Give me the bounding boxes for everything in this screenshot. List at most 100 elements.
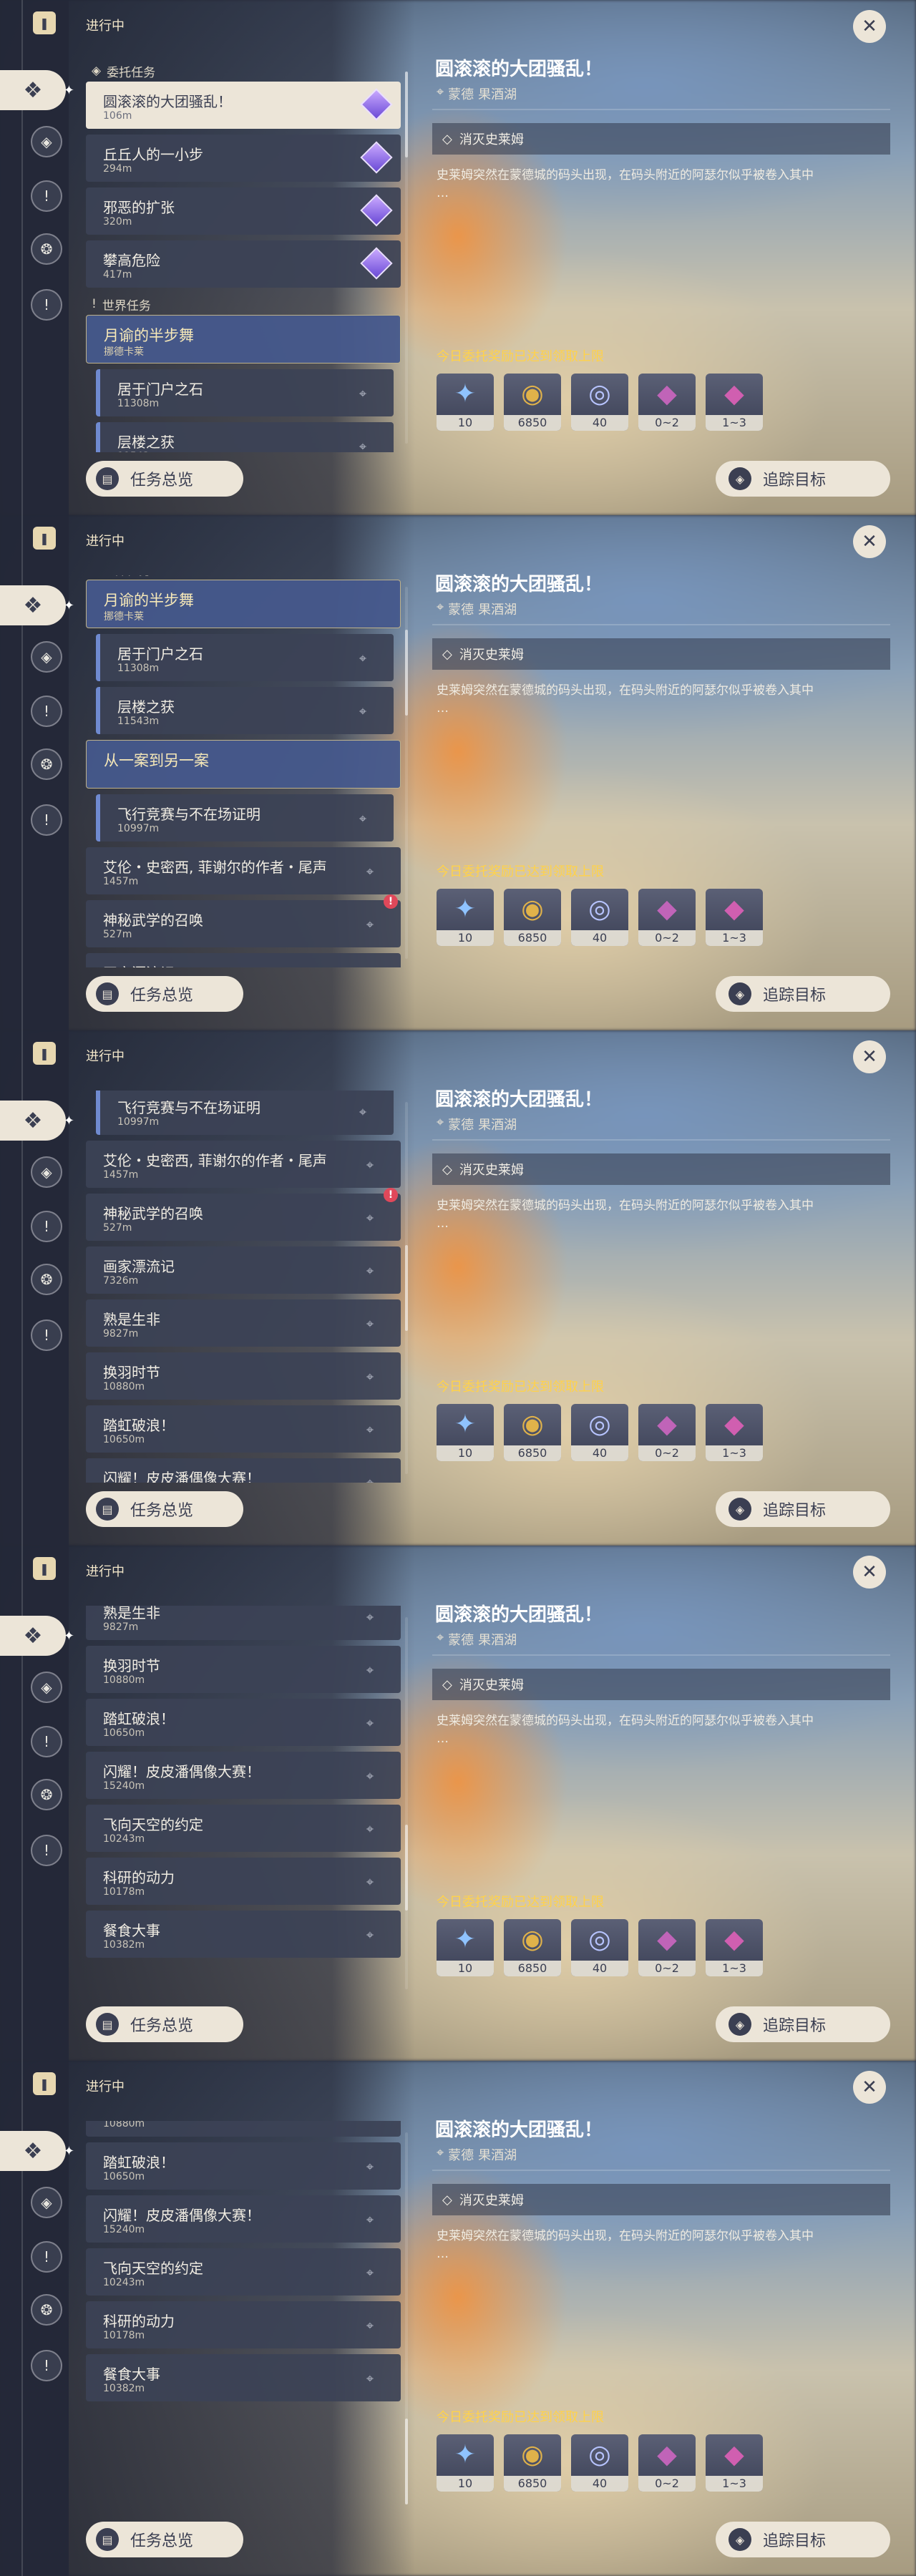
location-pin-icon[interactable]: ⌖	[359, 651, 366, 666]
reward-item[interactable]: ◎ 40	[571, 1404, 628, 1461]
quest-list-scrollbar[interactable]	[405, 72, 408, 444]
quest-overview-button[interactable]: ▤ 任务总览	[86, 1491, 243, 1527]
reward-item[interactable]: ◆ 0~2	[638, 374, 696, 431]
world-quest-icon[interactable]: !	[31, 289, 62, 321]
scrollbar-thumb[interactable]	[405, 1245, 408, 1331]
location-pin-icon[interactable]: ⌖	[366, 2212, 374, 2228]
diamond-gear-icon[interactable]: ❂	[31, 748, 62, 780]
quest-overview-button[interactable]: ▤ 任务总览	[86, 2522, 243, 2557]
world-quest-item[interactable]: 飞向天空的约定 10243m ⌖	[86, 1805, 401, 1852]
location-pin-icon[interactable]: ⌖	[366, 2318, 374, 2333]
world-quest-item[interactable]: 踏虹破浪！ 10650m ⌖	[86, 1405, 401, 1453]
diamond-gear-icon[interactable]: ❂	[31, 1264, 62, 1295]
track-target-button[interactable]: ◈ 追踪目标	[716, 1491, 890, 1527]
commission-icon[interactable]: ❖ ✦	[0, 2131, 74, 2171]
location-pin-icon[interactable]: ⌖	[359, 439, 366, 452]
world-quest-item[interactable]: 换羽时节10880m ⌖	[86, 1352, 401, 1400]
world-quest-icon[interactable]: !	[31, 2350, 62, 2381]
close-button[interactable]: ✕	[853, 1556, 886, 1589]
world-quest-item[interactable]: 神秘武学的召唤 527m ⌖!	[86, 894, 401, 947]
location-pin-icon[interactable]: ⌖	[366, 1822, 374, 1837]
location-pin-icon[interactable]: ⌖	[366, 1211, 374, 1226]
world-sub-quest-item[interactable]: 飞行竞赛与不在场证明 10997m ⌖	[96, 794, 394, 841]
reward-item[interactable]: ◆ 0~2	[638, 889, 696, 946]
world-quest-item[interactable]: 艾伦・史密西, 菲谢尔的作者・尾声 1457m ⌖	[86, 847, 401, 894]
exclamation-icon[interactable]: !	[31, 180, 62, 212]
location-pin-icon[interactable]: ⌖	[366, 1317, 374, 1332]
location-pin-icon[interactable]: ⌖	[359, 704, 366, 719]
world-sub-quest-item[interactable]: 层楼之获11543m ⌖	[96, 422, 394, 452]
compass-icon[interactable]: ◈	[31, 2187, 62, 2218]
quest-list-scrollbar[interactable]	[405, 1617, 408, 1989]
reward-item[interactable]: ◆ 0~2	[638, 2434, 696, 2492]
world-quest-item[interactable]: 踏虹破浪！ 10650m ⌖	[86, 1699, 401, 1746]
location-pin-icon[interactable]: ⌖	[366, 1610, 374, 1625]
location-pin-icon[interactable]: ⌖	[366, 1928, 374, 1943]
quest-list-scrollbar[interactable]	[405, 1102, 408, 1474]
reward-item[interactable]: ◆ 1~3	[706, 1919, 763, 1976]
location-pin-icon[interactable]: ⌖	[359, 386, 366, 401]
world-quest-item[interactable]: 画家漂流记7326m ⌖	[86, 1246, 401, 1294]
world-quest-item[interactable]: 闪耀！皮皮潘偶像大赛！15240m ⌖	[86, 1752, 401, 1799]
quest-book-icon[interactable]: ❚	[33, 11, 56, 34]
reward-item[interactable]: ✦ 10	[437, 1404, 494, 1461]
commission-quest-item[interactable]: 圆滚滚的大团骚乱！ 106m	[86, 82, 401, 129]
diamond-gear-icon[interactable]: ❂	[31, 2294, 62, 2326]
commission-quest-item[interactable]: 攀高危险 417m	[86, 240, 401, 288]
world-quest-item[interactable]: 艾伦・史密西, 菲谢尔的作者・尾声 1457m ⌖	[86, 1141, 401, 1188]
reward-item[interactable]: ◆ 1~3	[706, 1404, 763, 1461]
commission-icon[interactable]: ❖ ✦	[0, 70, 74, 110]
scrollbar-thumb[interactable]	[405, 630, 408, 716]
world-quest-icon[interactable]: !	[31, 1319, 62, 1351]
compass-icon[interactable]: ◈	[31, 641, 62, 673]
location-pin-icon[interactable]: ⌖	[366, 2121, 374, 2122]
quest-list[interactable]: ◈委托任务圆滚滚的大团骚乱！106m丘丘人的一小步294m邪恶的扩张320m攀高…	[86, 1091, 401, 1483]
quest-book-icon[interactable]: ❚	[33, 2072, 56, 2095]
reward-item[interactable]: ◆ 0~2	[638, 1919, 696, 1976]
location-pin-icon[interactable]: ⌖	[366, 1264, 374, 1279]
close-button[interactable]: ✕	[853, 1040, 886, 1073]
track-target-button[interactable]: ◈ 追踪目标	[716, 2522, 890, 2557]
location-pin-icon[interactable]: ⌖	[366, 2160, 374, 2175]
compass-icon[interactable]: ◈	[31, 126, 62, 157]
location-pin-icon[interactable]: ⌖	[359, 811, 366, 826]
reward-item[interactable]: ✦ 10	[437, 2434, 494, 2492]
location-pin-icon[interactable]: ⌖	[366, 2265, 374, 2280]
diamond-gear-icon[interactable]: ❂	[31, 233, 62, 265]
quest-list-scrollbar[interactable]	[405, 2132, 408, 2504]
world-quest-item[interactable]: 神秘武学的召唤 527m ⌖!	[86, 1188, 401, 1241]
world-quest-item[interactable]: 换羽时节10880m ⌖	[86, 1646, 401, 1693]
location-pin-icon[interactable]: ⌖	[366, 1475, 374, 1483]
world-quest-item[interactable]: 熟是生非 9827m ⌖	[86, 1606, 401, 1640]
world-quest-group[interactable]: 月谕的半步舞 挪德卡莱	[86, 315, 401, 364]
reward-item[interactable]: ◉ 6850	[504, 374, 561, 431]
reward-item[interactable]: ◎ 40	[571, 1919, 628, 1976]
location-pin-icon[interactable]: ⌖	[366, 1663, 374, 1678]
world-quest-group[interactable]: 月谕的半步舞 挪德卡莱	[86, 580, 401, 628]
quest-book-icon[interactable]: ❚	[33, 527, 56, 550]
world-quest-icon[interactable]: !	[31, 804, 62, 836]
quest-overview-button[interactable]: ▤ 任务总览	[86, 461, 243, 497]
exclamation-icon[interactable]: !	[31, 1726, 62, 1757]
scrollbar-thumb[interactable]	[405, 72, 408, 157]
quest-list[interactable]: ◈委托任务圆滚滚的大团骚乱！106m丘丘人的一小步294m邪恶的扩张320m攀高…	[86, 1606, 401, 1998]
compass-icon[interactable]: ◈	[31, 1156, 62, 1188]
reward-item[interactable]: ◉ 6850	[504, 2434, 561, 2492]
track-target-button[interactable]: ◈ 追踪目标	[716, 461, 890, 497]
quest-list[interactable]: ◈委托任务圆滚滚的大团骚乱！106m丘丘人的一小步294m邪恶的扩张320m攀高…	[86, 2121, 401, 2513]
commission-quest-item[interactable]: 邪恶的扩张 320m	[86, 187, 401, 235]
world-quest-group[interactable]: 从一案到另一案	[86, 740, 401, 789]
location-pin-icon[interactable]: ⌖	[366, 864, 374, 879]
reward-item[interactable]: ◉ 6850	[504, 1919, 561, 1976]
world-quest-item[interactable]: 科研的动力 10178m ⌖	[86, 1858, 401, 1905]
track-target-button[interactable]: ◈ 追踪目标	[716, 2006, 890, 2042]
commission-icon[interactable]: ❖ ✦	[0, 585, 74, 625]
world-sub-quest-item[interactable]: 层楼之获11543m ⌖	[96, 687, 394, 734]
compass-icon[interactable]: ◈	[31, 1672, 62, 1703]
diamond-gear-icon[interactable]: ❂	[31, 1779, 62, 1810]
reward-item[interactable]: ◉ 6850	[504, 889, 561, 946]
location-pin-icon[interactable]: ⌖	[359, 1105, 366, 1120]
world-quest-item[interactable]: 飞向天空的约定 10243m ⌖	[86, 2248, 401, 2296]
location-pin-icon[interactable]: ⌖	[366, 2371, 374, 2386]
exclamation-icon[interactable]: !	[31, 696, 62, 727]
